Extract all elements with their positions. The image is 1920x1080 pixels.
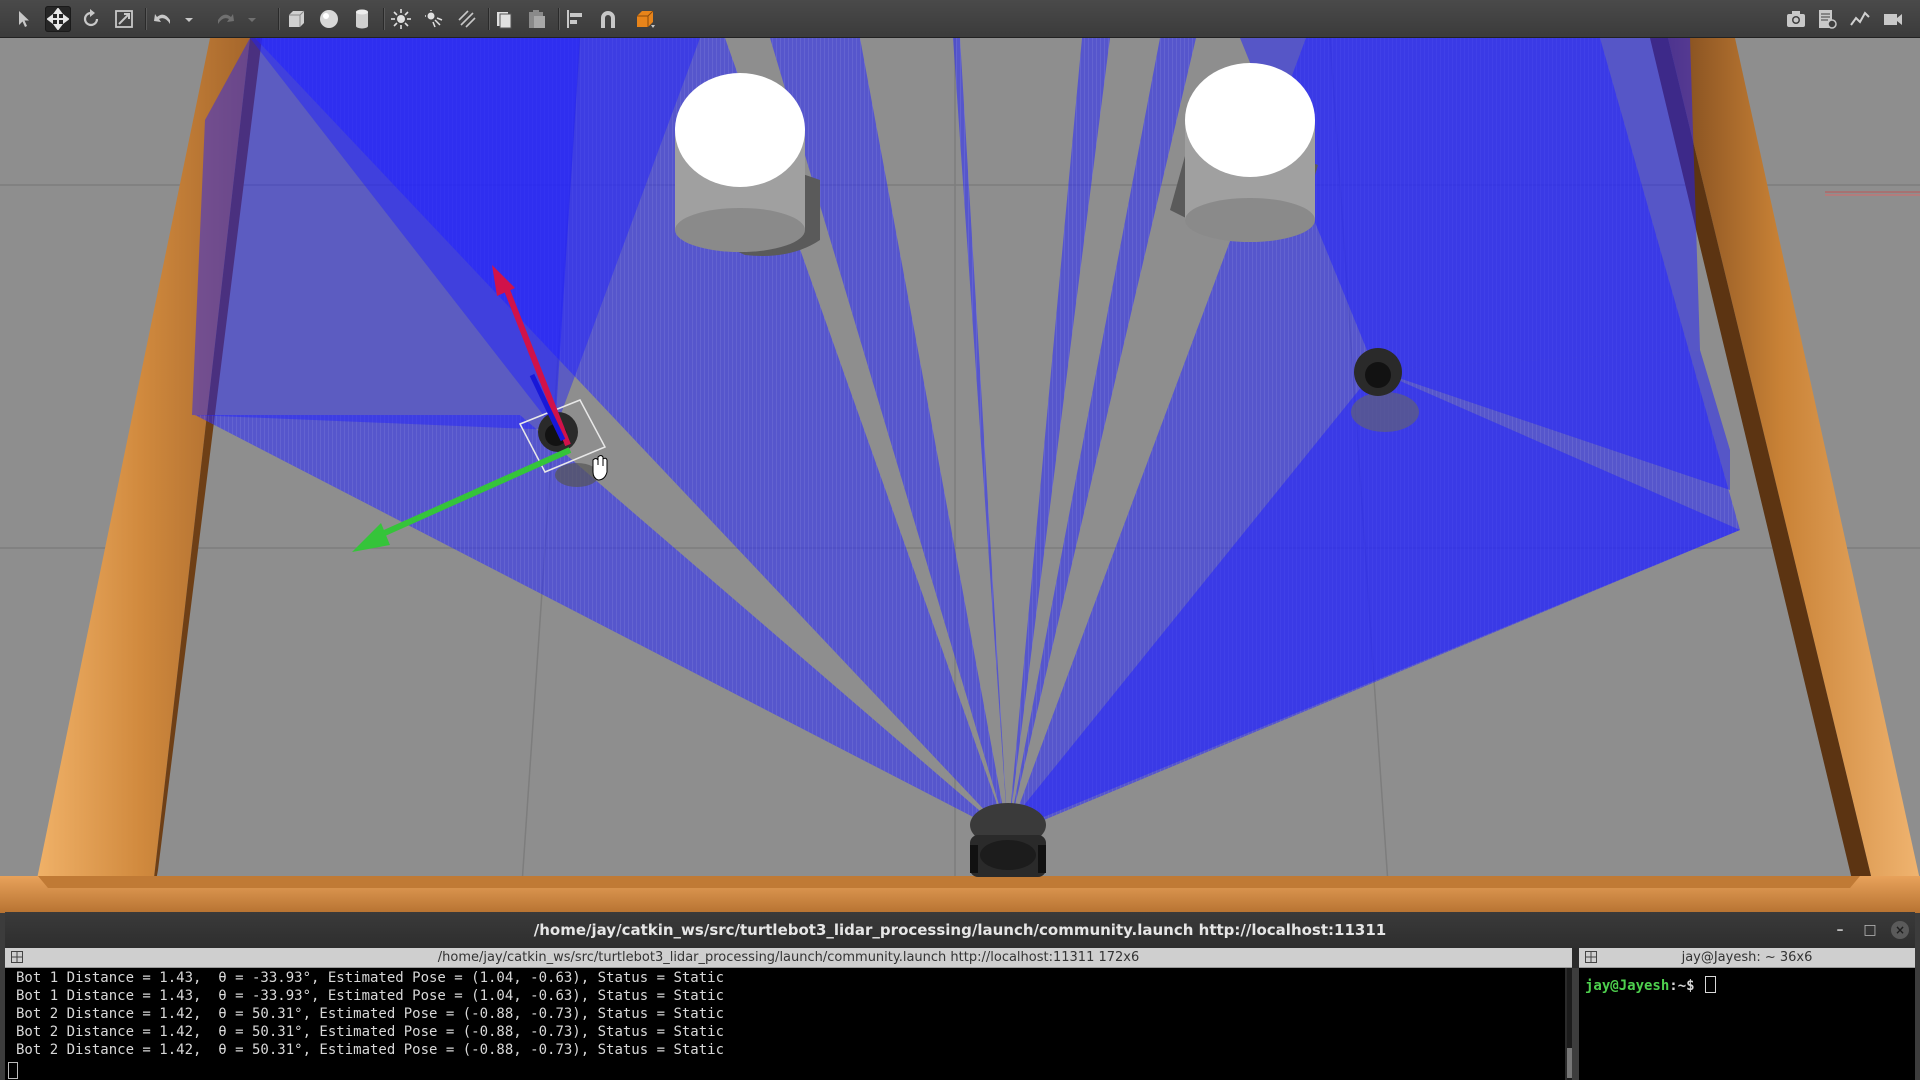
undo-icon[interactable]: [150, 6, 176, 32]
terminal-window-title: /home/jay/catkin_ws/src/turtlebot3_lidar…: [533, 921, 1387, 939]
copy-icon[interactable]: [491, 6, 517, 32]
right-pane-header[interactable]: jay@Jayesh: ~ 36x6: [1579, 948, 1915, 968]
change-view-icon[interactable]: [632, 6, 658, 32]
minimize-button[interactable]: –: [1831, 921, 1849, 939]
simulation-3d-viewport[interactable]: [0, 38, 1920, 913]
redo-icon[interactable]: [212, 6, 238, 32]
align-icon[interactable]: [562, 6, 588, 32]
terminal-cursor: [8, 1062, 18, 1079]
output-line: Bot 1 Distance = 1.43, θ = -33.93°, Esti…: [16, 970, 725, 986]
gazebo-toolbar: [0, 0, 1920, 38]
maximize-button[interactable]: □: [1861, 921, 1879, 939]
prompt-user: jay@Jayesh: [1585, 978, 1670, 994]
cylinder-shape-icon[interactable]: [349, 6, 375, 32]
scale-mode-icon[interactable]: [111, 6, 137, 32]
toolbar-separator: [145, 8, 147, 30]
right-terminal-shell[interactable]: jay@Jayesh:~$: [1579, 968, 1915, 1080]
world-scene: [0, 38, 1920, 913]
toolbar-separator: [278, 8, 280, 30]
pane-divider[interactable]: [1572, 968, 1579, 1080]
paste-icon[interactable]: [524, 6, 550, 32]
output-line: Bot 2 Distance = 1.42, θ = 50.31°, Estim…: [16, 1042, 725, 1058]
right-pane-title: jay@Jayesh: ~ 36x6: [1681, 950, 1813, 965]
left-pane-title: /home/jay/catkin_ws/src/turtlebot3_lidar…: [437, 950, 1140, 965]
output-line: Bot 2 Distance = 1.42, θ = 50.31°, Estim…: [16, 1006, 725, 1022]
left-pane-header[interactable]: /home/jay/catkin_ws/src/turtlebot3_lidar…: [5, 948, 1572, 968]
rotate-mode-icon[interactable]: [78, 6, 104, 32]
select-mode-icon[interactable]: [12, 6, 38, 32]
output-line: Bot 1 Distance = 1.43, θ = -33.93°, Esti…: [16, 988, 725, 1004]
toolbar-separator: [558, 8, 560, 30]
box-shape-icon[interactable]: [283, 6, 309, 32]
output-line: Bot 2 Distance = 1.42, θ = 50.31°, Estim…: [16, 1024, 725, 1040]
undo-history-dropdown-icon[interactable]: [182, 6, 196, 32]
spot-light-icon[interactable]: [421, 6, 447, 32]
toolbar-separator: [383, 8, 385, 30]
left-terminal-output[interactable]: Bot 1 Distance = 1.43, θ = -33.93°, Esti…: [5, 968, 1565, 1080]
plot-icon[interactable]: [1847, 6, 1873, 32]
bottom-wall-top: [38, 876, 1860, 888]
translate-mode-icon[interactable]: [45, 6, 71, 32]
log-icon[interactable]: [1814, 6, 1840, 32]
prompt-path: :~$: [1669, 978, 1695, 994]
screenshot-icon[interactable]: [1783, 6, 1809, 32]
directional-light-icon[interactable]: [454, 6, 480, 32]
shell-prompt: jay@Jayesh:~$: [1585, 976, 1717, 994]
close-button[interactable]: ×: [1891, 921, 1909, 939]
sphere-shape-icon[interactable]: [316, 6, 342, 32]
toolbar-separator: [488, 8, 490, 30]
snap-icon[interactable]: [595, 6, 621, 32]
split-pane-icon[interactable]: [11, 951, 23, 963]
turtlebot-bottom[interactable]: [970, 803, 1046, 877]
point-light-icon[interactable]: [388, 6, 414, 32]
split-pane-icon[interactable]: [1585, 951, 1597, 963]
shell-cursor: [1705, 976, 1717, 993]
hand-cursor-icon: [592, 455, 608, 481]
redo-history-dropdown-icon[interactable]: [245, 6, 259, 32]
terminal-window[interactable]: /home/jay/catkin_ws/src/turtlebot3_lidar…: [5, 912, 1915, 1080]
terminal-titlebar[interactable]: /home/jay/catkin_ws/src/turtlebot3_lidar…: [5, 912, 1915, 948]
record-video-icon[interactable]: [1880, 6, 1906, 32]
